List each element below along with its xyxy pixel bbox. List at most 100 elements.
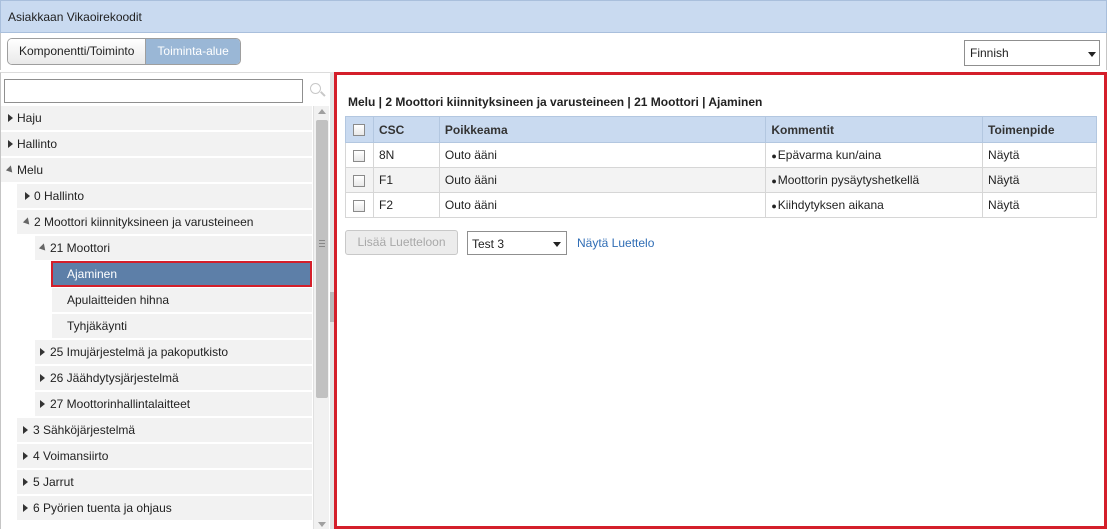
- tree-node-label: 5 Jarrut: [33, 475, 74, 489]
- table-row: F2 Outo ääni ●Kiihdytyksen aikana Näytä: [345, 192, 1097, 218]
- tree-node-26-jaahdytys[interactable]: 26 Jäähdytysjärjestelmä: [35, 366, 312, 390]
- expand-icon: [8, 114, 13, 122]
- tree-node-3-sahko[interactable]: 3 Sähköjärjestelmä: [17, 418, 312, 442]
- select-all-cell: [345, 116, 374, 143]
- tree-node-label: Haju: [17, 111, 42, 125]
- tree-node-tyhjakaynti[interactable]: Tyhjäkäynti: [52, 314, 312, 338]
- window-title: Asiakkaan Vikaoirekoodit: [8, 10, 142, 24]
- tree-node-label: 21 Moottori: [50, 241, 111, 255]
- tree-node-melu[interactable]: Melu: [1, 158, 312, 182]
- cell-toimenpide[interactable]: Näytä: [982, 192, 1097, 218]
- collapse-icon: [38, 243, 49, 253]
- tree-node-haju[interactable]: Haju: [1, 106, 312, 130]
- tree-node-label: 6 Pyörien tuenta ja ohjaus: [33, 501, 172, 515]
- row-select-cell: [345, 192, 374, 218]
- search-icon: [310, 83, 321, 94]
- cell-kommentit: ●Epävarma kun/aina: [765, 142, 984, 168]
- tree-node-label: Hallinto: [17, 137, 58, 151]
- tree-node-label: Melu: [17, 163, 44, 177]
- tree-node-label: Tyhjäkäynti: [67, 319, 128, 333]
- tree-node-hallinto[interactable]: Hallinto: [1, 132, 312, 156]
- sidebar: Haju Hallinto Melu 0 Hallinto 2 Moottori…: [0, 72, 330, 529]
- bullet-icon: ●: [771, 151, 777, 161]
- column-header-toimenpide[interactable]: Toimenpide: [982, 116, 1097, 143]
- scroll-up-icon[interactable]: [318, 109, 326, 114]
- tree-node-25-imujarjestelma[interactable]: 25 Imujärjestelmä ja pakoputkisto: [35, 340, 312, 364]
- collapse-icon: [22, 217, 33, 227]
- tree-node-27-moottorinhallinta[interactable]: 27 Moottorinhallintalaitteet: [35, 392, 312, 416]
- expand-icon: [23, 426, 28, 434]
- row-select-cell: [345, 167, 374, 193]
- tree-node-label: 3 Sähköjärjestelmä: [33, 423, 136, 437]
- cell-poikkeama: Outo ääni: [438, 142, 767, 168]
- chevron-down-icon: [553, 242, 561, 247]
- tree-node-label: 2 Moottori kiinnityksineen ja varusteine…: [34, 215, 254, 229]
- bullet-icon: ●: [771, 201, 777, 211]
- column-header-csc[interactable]: CSC: [372, 116, 440, 143]
- cell-csc: F1: [372, 167, 440, 193]
- expand-icon: [23, 452, 28, 460]
- grip-icon: [319, 240, 325, 241]
- row-select-cell: [345, 142, 374, 168]
- select-all-checkbox[interactable]: [353, 124, 366, 137]
- search-input[interactable]: [4, 79, 303, 103]
- table-row: F1 Outo ääni ●Moottorin pysäytyshetkellä…: [345, 167, 1097, 193]
- tree-node-21-moottori[interactable]: 21 Moottori: [35, 236, 312, 260]
- expand-icon: [23, 504, 28, 512]
- tree-scrollbar[interactable]: [313, 106, 329, 529]
- tree-node-label: 26 Jäähdytysjärjestelmä: [50, 371, 179, 385]
- expand-icon: [40, 348, 45, 356]
- cell-toimenpide[interactable]: Näytä: [982, 167, 1097, 193]
- show-list-link[interactable]: Näytä Luettelo: [577, 236, 654, 250]
- bullet-icon: ●: [771, 176, 777, 186]
- tree-node-6-pyorien-tuenta[interactable]: 6 Pyörien tuenta ja ohjaus: [17, 496, 312, 520]
- cell-poikkeama: Outo ääni: [438, 192, 767, 218]
- tab-toiminta-alue[interactable]: Toiminta-alue: [146, 39, 240, 64]
- cell-toimenpide[interactable]: Näytä: [982, 142, 1097, 168]
- list-select[interactable]: Test 3: [467, 231, 567, 255]
- scrollbar-thumb[interactable]: [316, 120, 328, 398]
- row-checkbox[interactable]: [353, 199, 366, 212]
- collapse-icon: [5, 165, 16, 175]
- language-select-value: Finnish: [970, 46, 1009, 60]
- cell-csc: 8N: [372, 142, 440, 168]
- search-button[interactable]: [306, 80, 328, 102]
- search-icon-handle: [320, 91, 326, 97]
- cell-csc: F2: [372, 192, 440, 218]
- tree-node-0-hallinto[interactable]: 0 Hallinto: [17, 184, 312, 208]
- window-titlebar: Asiakkaan Vikaoirekoodit: [0, 0, 1107, 33]
- fault-code-table: CSC Poikkeama Kommentit Toimenpide 8N Ou…: [345, 116, 1097, 218]
- tree-node-label: 25 Imujärjestelmä ja pakoputkisto: [50, 345, 229, 359]
- main-panel: Melu | 2 Moottori kiinnityksineen ja var…: [334, 72, 1107, 529]
- expand-icon: [40, 400, 45, 408]
- table-row: 8N Outo ääni ●Epävarma kun/aina Näytä: [345, 142, 1097, 168]
- view-toggle: Komponentti/Toiminto Toiminta-alue: [7, 38, 241, 65]
- row-checkbox[interactable]: [353, 174, 366, 187]
- toolbar: Komponentti/Toiminto Toiminta-alue: [0, 33, 1107, 70]
- row-checkbox[interactable]: [353, 149, 366, 162]
- language-select[interactable]: Finnish: [964, 40, 1100, 66]
- comment-text: Kiihdytyksen aikana: [777, 198, 884, 212]
- expand-icon: [8, 140, 13, 148]
- table-header-row: CSC Poikkeama Kommentit Toimenpide: [345, 116, 1097, 143]
- tree-node-ajaminen[interactable]: Ajaminen: [51, 261, 312, 287]
- tree-node-label: 27 Moottorinhallintalaitteet: [50, 397, 191, 411]
- breadcrumb: Melu | 2 Moottori kiinnityksineen ja var…: [348, 95, 763, 109]
- expand-icon: [23, 478, 28, 486]
- add-to-list-button[interactable]: Lisää Luetteloon: [345, 230, 458, 255]
- scroll-down-icon[interactable]: [318, 522, 326, 527]
- tree-node-2-moottori[interactable]: 2 Moottori kiinnityksineen ja varusteine…: [17, 210, 312, 234]
- cell-poikkeama: Outo ääni: [438, 167, 767, 193]
- tree-node-label: 4 Voimansiirto: [33, 449, 109, 463]
- tab-komponentti-toiminto[interactable]: Komponentti/Toiminto: [8, 39, 147, 64]
- tree-node-5-jarrut[interactable]: 5 Jarrut: [17, 470, 312, 494]
- column-header-kommentit[interactable]: Kommentit: [765, 116, 984, 143]
- expand-icon: [25, 192, 30, 200]
- cell-kommentit: ●Moottorin pysäytyshetkellä: [765, 167, 984, 193]
- tree-node-label: Ajaminen: [67, 267, 118, 281]
- comment-text: Moottorin pysäytyshetkellä: [777, 173, 920, 187]
- tree-node-apulaitteiden-hihna[interactable]: Apulaitteiden hihna: [52, 288, 312, 312]
- column-header-poikkeama[interactable]: Poikkeama: [438, 116, 767, 143]
- tree-node-4-voimansiirto[interactable]: 4 Voimansiirto: [17, 444, 312, 468]
- list-select-value: Test 3: [472, 237, 505, 251]
